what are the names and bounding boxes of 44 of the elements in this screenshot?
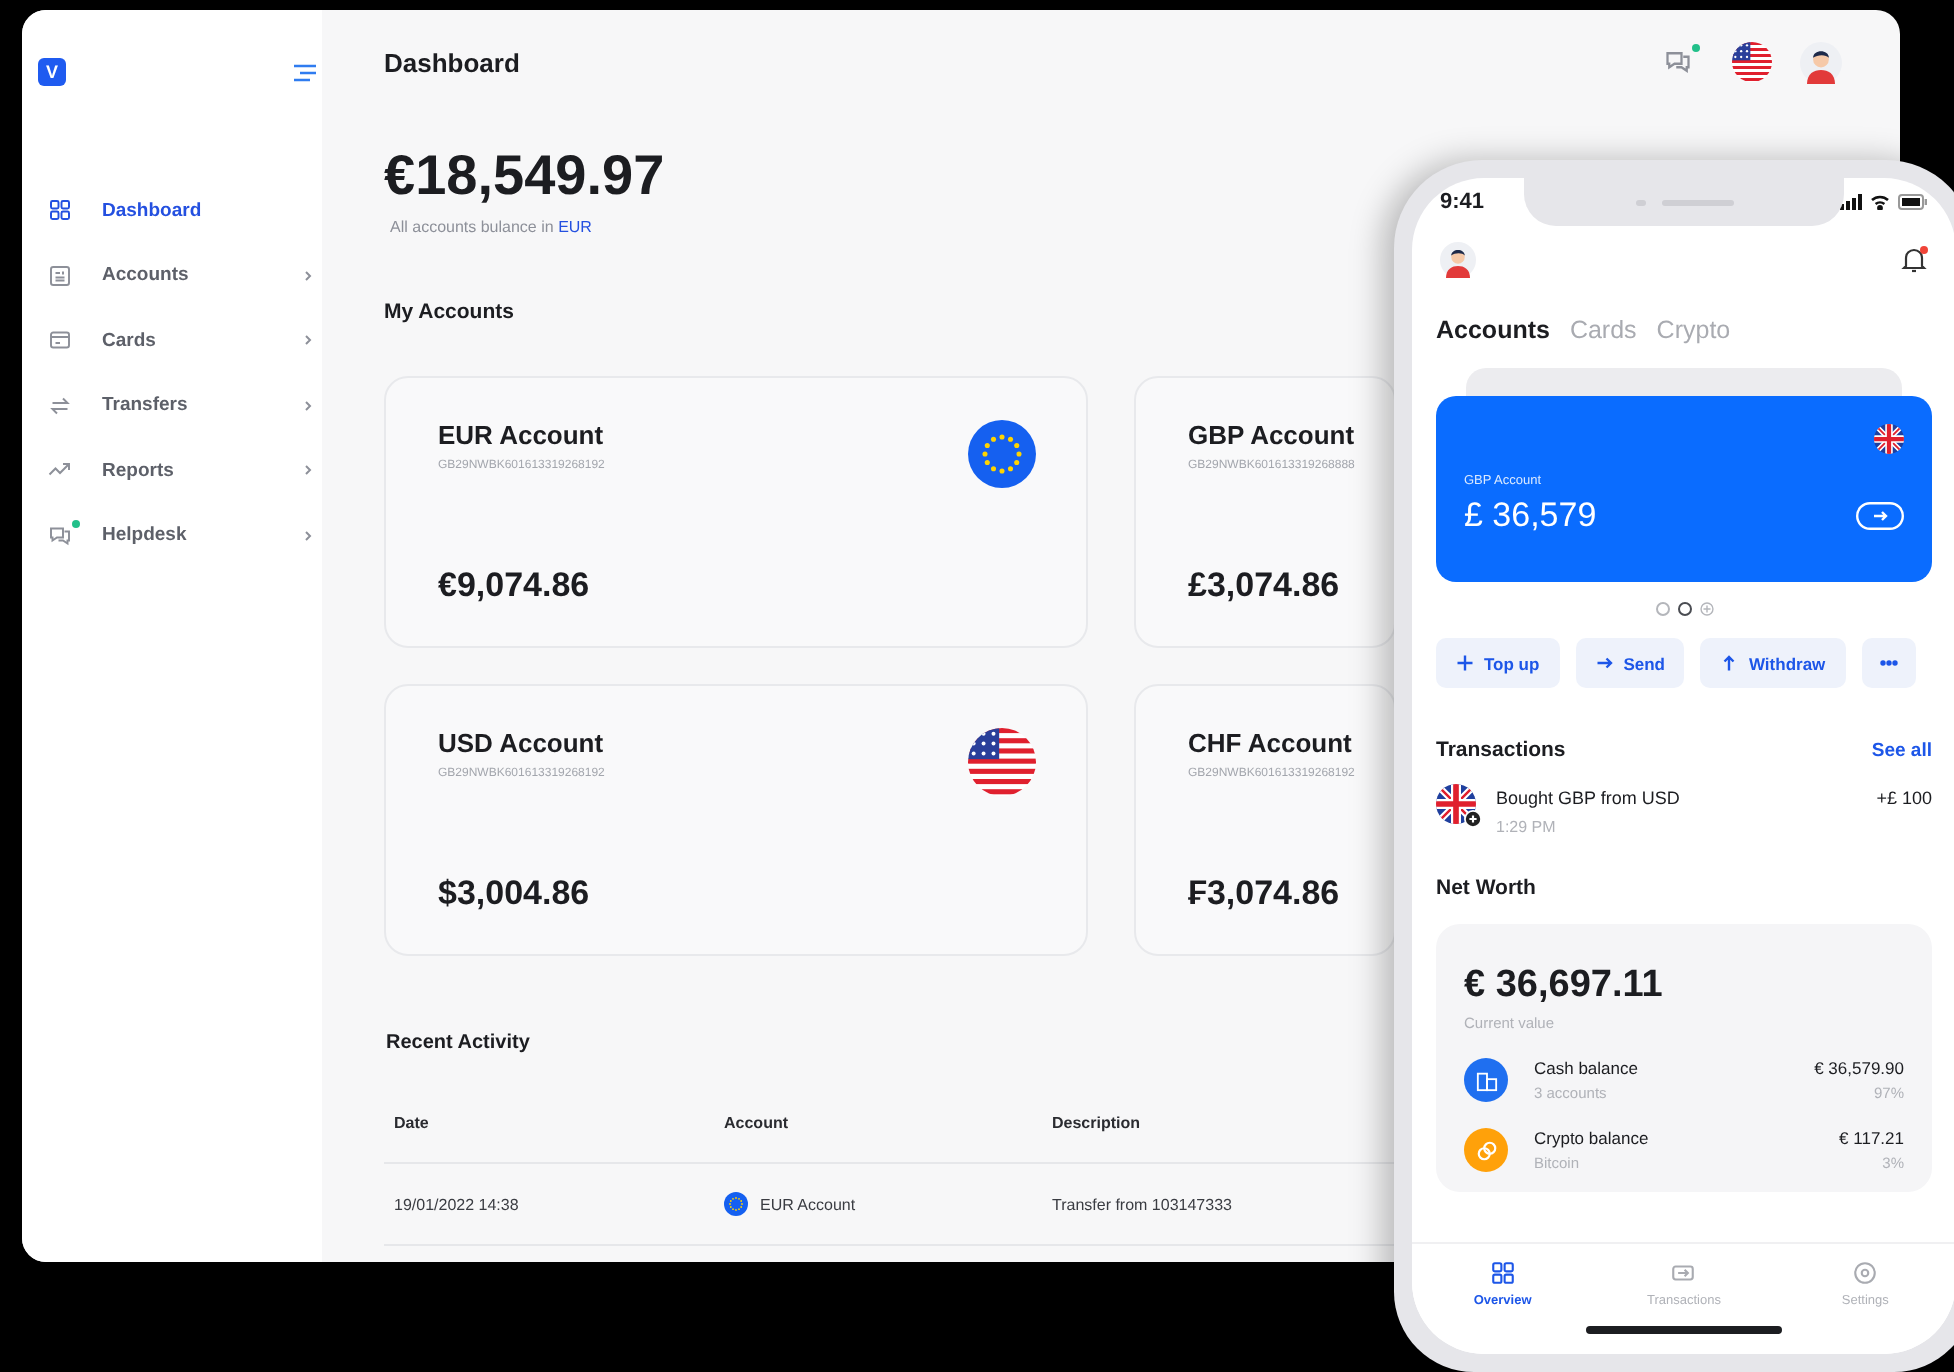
sidebar-item[interactable]: Dashboard: [22, 178, 322, 243]
currency-link[interactable]: EUR: [558, 218, 592, 236]
sidebar-item[interactable]: Accounts: [22, 243, 322, 308]
action-button[interactable]: Withdraw: [1700, 638, 1846, 688]
balance-amount: € 117.21: [1839, 1128, 1904, 1148]
transaction-title: Bought GBP from USD: [1496, 788, 1682, 808]
section-title: My Accounts: [384, 300, 516, 324]
account-balance: ₣3,074.86: [1188, 874, 1340, 914]
account-name: CHF Account: [1188, 728, 1354, 758]
sidebar-item[interactable]: Cards: [22, 308, 322, 373]
column-header: Account: [724, 1113, 790, 1131]
tab[interactable]: Accounts: [1436, 316, 1550, 344]
net-worth-amount: € 36,697.11: [1464, 964, 1665, 1008]
section-title: Net Worth: [1436, 876, 1538, 900]
card-balance: £ 36,579: [1464, 496, 1597, 536]
logo: V: [38, 58, 66, 86]
sidebar-item[interactable]: Reports: [22, 438, 322, 503]
sidebar-item[interactable]: Transfers: [22, 373, 322, 438]
account-name: GBP Account: [1188, 420, 1355, 450]
balance-caption: All accounts bulance in EUR: [388, 218, 592, 236]
status-time: 9:41: [1440, 190, 1485, 214]
transaction-time: 1:29 PM: [1496, 818, 1558, 836]
account-balance: $3,004.86: [438, 874, 590, 914]
section-title: Recent Activity: [384, 1032, 532, 1054]
account-name: EUR Account: [438, 420, 605, 450]
see-all-link[interactable]: See all: [1871, 739, 1932, 761]
table-cell-text: Transfer from 103147333: [1052, 1195, 1234, 1213]
account-balance: €9,074.86: [438, 566, 590, 606]
action-button[interactable]: Send: [1575, 638, 1685, 688]
table-cell: EUR Account: [760, 1195, 856, 1213]
column-header: Date: [394, 1113, 431, 1131]
balance-amount: € 36,579.90: [1814, 1058, 1904, 1078]
page-title: Dashboard: [384, 47, 520, 77]
action-button[interactable]: Top up: [1436, 638, 1560, 688]
sidebar-item[interactable]: Helpdesk: [22, 503, 322, 568]
table-cell-text: 19/01/2022 14:38: [394, 1195, 521, 1213]
account-name: USD Account: [438, 728, 605, 758]
section-title: Transactions: [1436, 738, 1566, 762]
balance-title: Cash balance: [1534, 1058, 1640, 1078]
column-header: Description: [1052, 1113, 1143, 1131]
balance-title: Crypto balance: [1534, 1128, 1651, 1148]
total-balance: €18,549.97: [384, 144, 665, 208]
transaction-amount: +£ 100: [1876, 788, 1932, 808]
account-balance: £3,074.86: [1188, 566, 1340, 606]
